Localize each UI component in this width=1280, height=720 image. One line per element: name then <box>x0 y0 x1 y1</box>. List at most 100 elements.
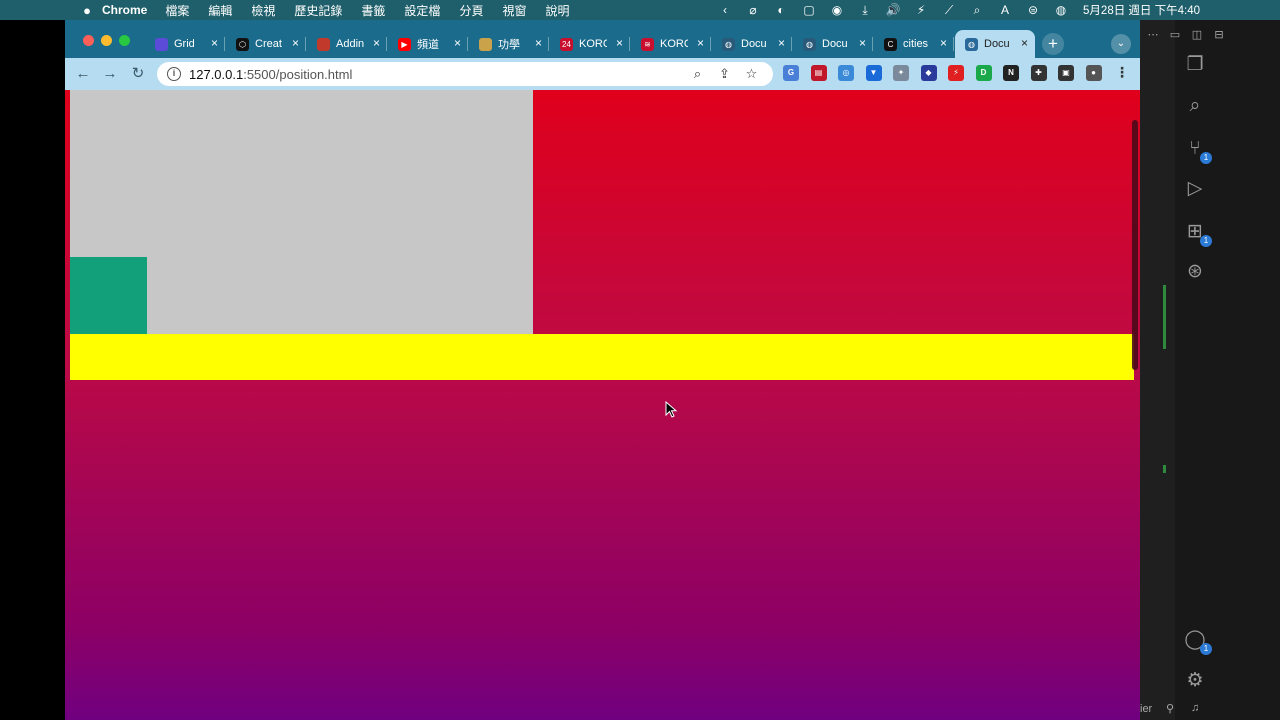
siri-icon[interactable]: ◍ <box>1047 3 1075 17</box>
wifi-off-icon[interactable]: ⟋ <box>935 3 963 18</box>
extensions-icon[interactable]: ⊞ 1 <box>1182 219 1212 247</box>
menu-item-view[interactable]: 檢視 <box>251 2 275 19</box>
close-tab-icon[interactable]: × <box>454 36 461 50</box>
spotlight-icon[interactable]: ⌕ <box>963 3 991 18</box>
diff-gutter-marker <box>1163 465 1166 473</box>
zoom-icon[interactable]: ⌕ <box>684 64 711 84</box>
notifications-bell-icon[interactable]: ♫ <box>1191 702 1199 714</box>
close-tab-icon[interactable]: × <box>859 36 866 50</box>
site-info-icon[interactable]: i <box>167 67 181 81</box>
menu-item-tab[interactable]: 分頁 <box>459 2 483 19</box>
extension-icon[interactable]: ✦ <box>893 65 909 81</box>
minimize-window-button[interactable] <box>101 35 112 46</box>
explorer-icon[interactable]: ❐ <box>1182 52 1208 78</box>
input-source-icon[interactable]: A <box>991 3 1019 17</box>
live-share-icon[interactable]: ⚲ <box>1166 702 1174 715</box>
paperclip-icon[interactable]: ⌀ <box>739 3 767 17</box>
menu-item-help[interactable]: 說明 <box>545 2 569 19</box>
activity-badge: 1 <box>1200 152 1212 164</box>
settings-gear-icon[interactable]: ⚙ <box>1182 668 1208 694</box>
extension-icon[interactable]: D <box>975 65 992 81</box>
accounts-icon[interactable]: ◯ 1 <box>1182 627 1212 655</box>
status-chevron-icon[interactable]: ‹ <box>711 3 739 17</box>
extension-icon[interactable]: ● <box>1085 65 1102 81</box>
apple-logo-icon[interactable]: ● <box>72 3 102 18</box>
vscode-title-controls: ⋯ ▭ ◫ ⊟ <box>1140 20 1280 48</box>
extension-icon[interactable]: ▤ <box>810 65 827 81</box>
search-icon[interactable]: ⌕ <box>1182 93 1208 119</box>
tab-separator <box>467 37 468 51</box>
back-button[interactable]: ← <box>73 64 93 84</box>
close-tab-icon[interactable]: × <box>616 36 623 50</box>
menu-item-edit[interactable]: 編輯 <box>208 2 232 19</box>
browser-tab[interactable]: Addin × <box>307 30 387 58</box>
tab-search-button[interactable]: ⌄ <box>1111 34 1131 54</box>
share-icon[interactable]: ⇪ <box>711 64 738 84</box>
zoom-window-button[interactable] <box>119 35 130 46</box>
mouse-cursor-icon <box>665 401 678 418</box>
browser-tab[interactable]: ◍ Docu × <box>793 30 873 58</box>
page-scrollbar[interactable] <box>1132 120 1138 370</box>
close-tab-icon[interactable]: × <box>1021 36 1028 50</box>
tab-favicon-icon: ⬡ <box>236 37 249 51</box>
tab-favicon-icon: ◍ <box>722 37 735 51</box>
menu-clock[interactable]: 5月28日 週日 下午4:40 <box>1083 2 1200 18</box>
close-tab-icon[interactable]: × <box>535 36 542 50</box>
status-text: ier <box>1140 703 1153 715</box>
tab-label: Grid <box>174 38 195 50</box>
focus-icon[interactable]: ◐ <box>767 3 795 17</box>
browser-tab[interactable]: 功學 × <box>469 30 549 58</box>
tab-label: Docu <box>984 38 1010 50</box>
toggle-panel-icon[interactable]: ▭ <box>1164 28 1186 41</box>
extension-icon[interactable]: ◆ <box>920 65 937 81</box>
extension-icon[interactable]: ▼ <box>865 65 882 81</box>
battery-icon[interactable]: ⚡ <box>907 3 935 17</box>
browser-tab[interactable]: Ccities × <box>874 30 954 58</box>
menu-item-file[interactable]: 檔案 <box>165 2 189 19</box>
extension-icon[interactable]: ✚ <box>1030 65 1047 81</box>
toggle-sidebar-icon[interactable]: ◫ <box>1186 28 1208 41</box>
menu-item-profiles[interactable]: 設定檔 <box>404 2 440 19</box>
menu-app-name[interactable]: Chrome <box>102 3 147 17</box>
download-icon[interactable]: ⤓ <box>851 3 879 18</box>
menu-item-history[interactable]: 歷史記錄 <box>294 2 342 19</box>
extension-icon[interactable]: ◎ <box>838 65 854 81</box>
volume-icon[interactable]: 🔊 <box>879 3 907 17</box>
browser-tab[interactable]: Grid × <box>145 30 225 58</box>
reload-button[interactable]: ↻ <box>128 64 148 84</box>
extension-icon[interactable]: ▣ <box>1058 65 1074 81</box>
close-tab-icon[interactable]: × <box>940 36 947 50</box>
control-center-icon[interactable]: ⊜ <box>1019 3 1047 17</box>
address-bar[interactable]: i 127.0.0.1:5500/position.html ⌕ ⇪ ☆ <box>157 62 773 86</box>
close-tab-icon[interactable]: × <box>373 36 380 50</box>
extension-icon[interactable]: ⚡ <box>948 65 964 81</box>
git-graph-icon[interactable]: ⊛ <box>1182 259 1208 285</box>
browser-tab[interactable]: ◍ Docu × <box>955 30 1035 58</box>
close-tab-icon[interactable]: × <box>292 36 299 50</box>
new-tab-button[interactable]: + <box>1042 33 1064 55</box>
chrome-menu-button[interactable]: ⋮ <box>1115 64 1129 81</box>
extension-icon[interactable]: N <box>1003 65 1019 81</box>
run-debug-icon[interactable]: ▷ <box>1182 176 1208 202</box>
extension-icon[interactable]: G <box>783 65 799 81</box>
browser-tab[interactable]: 24 KORC × <box>550 30 630 58</box>
browser-tab[interactable]: ⬡ Creat × <box>226 30 306 58</box>
tab-separator <box>548 37 549 51</box>
more-actions-icon[interactable]: ⋯ <box>1142 28 1164 41</box>
close-tab-icon[interactable]: × <box>778 36 785 50</box>
window-icon[interactable]: ▢ <box>795 3 823 17</box>
close-window-button[interactable] <box>83 35 94 46</box>
close-tab-icon[interactable]: × <box>211 36 218 50</box>
bookmark-star-icon[interactable]: ☆ <box>738 64 765 84</box>
record-icon[interactable]: ◉ <box>823 3 851 17</box>
browser-tab[interactable]: ≋ KORC × <box>631 30 711 58</box>
browser-tab[interactable]: ▶ 頻道 × <box>388 30 468 58</box>
customize-layout-icon[interactable]: ⊟ <box>1208 28 1230 41</box>
browser-tab[interactable]: ◍ Docu × <box>712 30 792 58</box>
tab-favicon-icon <box>479 37 492 51</box>
forward-button[interactable]: → <box>100 64 120 84</box>
menu-item-bookmarks[interactable]: 書籤 <box>361 2 385 19</box>
close-tab-icon[interactable]: × <box>697 36 704 50</box>
source-control-icon[interactable]: ⑂ 1 <box>1182 136 1212 164</box>
menu-item-window[interactable]: 視窗 <box>502 2 526 19</box>
